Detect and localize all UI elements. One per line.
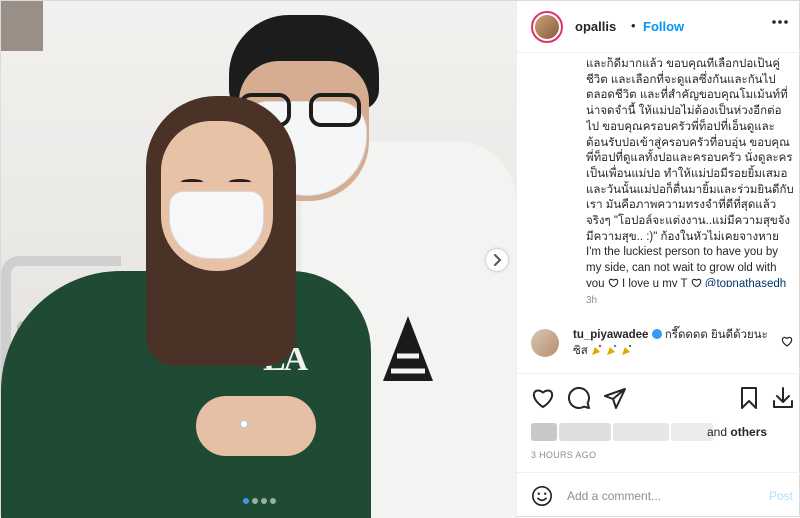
likes-others-label: others	[730, 425, 768, 439]
next-icon	[494, 254, 502, 266]
hoodie-logo	[383, 316, 433, 381]
blurred-liker	[559, 423, 611, 441]
comment-icon[interactable]	[567, 386, 591, 410]
more-icon[interactable]	[771, 19, 789, 25]
caption-text: และก็ดีมากแล้ว ขอบคุณที่เลือกปอเป็นคู่ชี…	[586, 58, 794, 287]
author-username[interactable]: opallis	[575, 19, 616, 34]
post-caption: และก็ดีมากแล้ว ขอบคุณที่เลือกปอเป็นคู่ชี…	[586, 57, 794, 287]
comment-item: tu_piyawadee กรี๊ดดดด ยินดีด้วยนะ ซิส	[573, 327, 773, 359]
post-photo[interactable]: LA	[1, 1, 516, 518]
likes-others[interactable]: and others	[707, 425, 767, 439]
party-icon	[592, 344, 602, 355]
party-icon	[607, 344, 617, 355]
post-comment-button[interactable]: Post	[769, 489, 793, 503]
party-icon	[622, 344, 632, 355]
add-comment-bar: Post	[517, 472, 800, 518]
caption-love-text: I love u my T	[621, 277, 688, 287]
post-header: opallis • Follow	[517, 1, 800, 53]
carousel-dot	[270, 498, 276, 504]
bookmark-icon[interactable]	[737, 386, 761, 410]
carousel-dots	[243, 498, 283, 506]
curtain	[1, 1, 43, 51]
header-separator: •	[631, 18, 636, 33]
action-bar	[517, 373, 800, 423]
blurred-liker	[531, 423, 557, 441]
emoji-icon[interactable]	[531, 485, 553, 507]
commenter-avatar[interactable]	[531, 329, 559, 357]
woman-eyes	[177, 179, 257, 187]
post-date[interactable]: 3 HOURS AGO	[531, 450, 596, 460]
comment-like-icon[interactable]	[781, 336, 793, 347]
author-avatar[interactable]	[531, 11, 563, 43]
heart-icon[interactable]	[531, 386, 555, 410]
follow-button[interactable]: Follow	[643, 19, 684, 34]
carousel-dot	[261, 498, 267, 504]
carousel-dot	[252, 498, 258, 504]
caption-mention[interactable]: @topnathasedh	[705, 278, 786, 287]
post-frame: LA opallis • Follow	[0, 0, 800, 518]
heart-icon	[691, 278, 701, 287]
caption-timestamp[interactable]: 3h	[586, 295, 597, 306]
share-icon[interactable]	[603, 386, 627, 410]
comment-input[interactable]	[567, 487, 747, 505]
post-side-panel: opallis • Follow และก็ดีมากแล้ว ขอบคุณที…	[516, 1, 800, 518]
next-photo-button[interactable]	[486, 249, 508, 271]
blurred-liker	[613, 423, 669, 441]
engagement-ring	[239, 419, 249, 429]
likes-summary[interactable]: and others	[531, 421, 791, 443]
woman-face-mask	[169, 191, 264, 259]
download-icon[interactable]	[771, 386, 795, 410]
commenter-username[interactable]: tu_piyawadee	[573, 329, 648, 341]
holding-hands	[196, 396, 316, 456]
likes-and-label: and	[707, 425, 728, 439]
verified-icon	[651, 329, 662, 339]
carousel-dot	[243, 498, 249, 504]
heart-icon	[608, 278, 618, 287]
